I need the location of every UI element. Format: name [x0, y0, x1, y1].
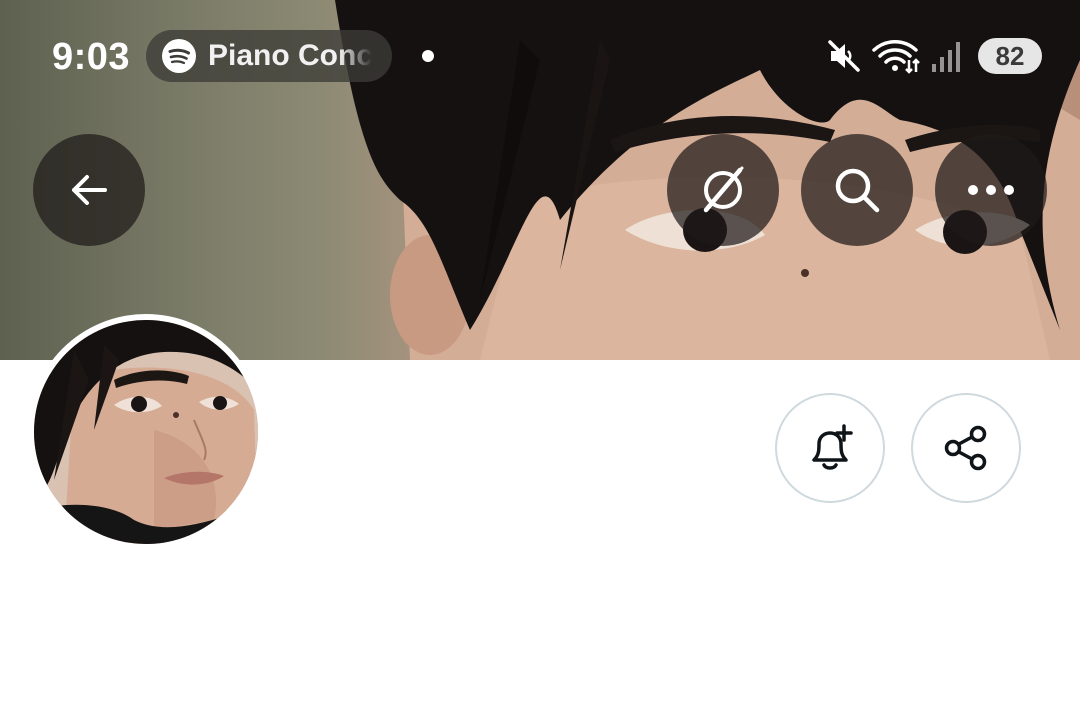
- wifi-icon: [872, 40, 920, 74]
- mute-icon: [828, 40, 860, 72]
- more-icon: [968, 185, 1014, 195]
- arrow-left-icon: [72, 175, 107, 205]
- battery-indicator: 82: [978, 38, 1042, 74]
- spotify-icon: [162, 39, 196, 73]
- share-icon: [944, 425, 987, 471]
- grok-icon: [703, 166, 744, 213]
- notification-dot: [422, 50, 434, 62]
- profile-avatar[interactable]: [28, 314, 264, 550]
- signal-icon: [932, 42, 960, 72]
- bell-plus-icon: [812, 424, 853, 470]
- more-options-button[interactable]: [935, 134, 1047, 246]
- grok-button[interactable]: [667, 134, 779, 246]
- status-icons: 82: [816, 36, 1042, 76]
- notifications-button[interactable]: [775, 393, 885, 503]
- avatar-photo: [34, 320, 258, 544]
- search-icon: [835, 168, 880, 213]
- now-playing-pill[interactable]: Piano Concerto: [146, 30, 392, 82]
- share-button[interactable]: [911, 393, 1021, 503]
- status-bar-time: 9:03: [52, 36, 131, 78]
- search-button[interactable]: [801, 134, 913, 246]
- back-button[interactable]: [33, 134, 145, 246]
- now-playing-title: Piano Concerto: [208, 39, 372, 72]
